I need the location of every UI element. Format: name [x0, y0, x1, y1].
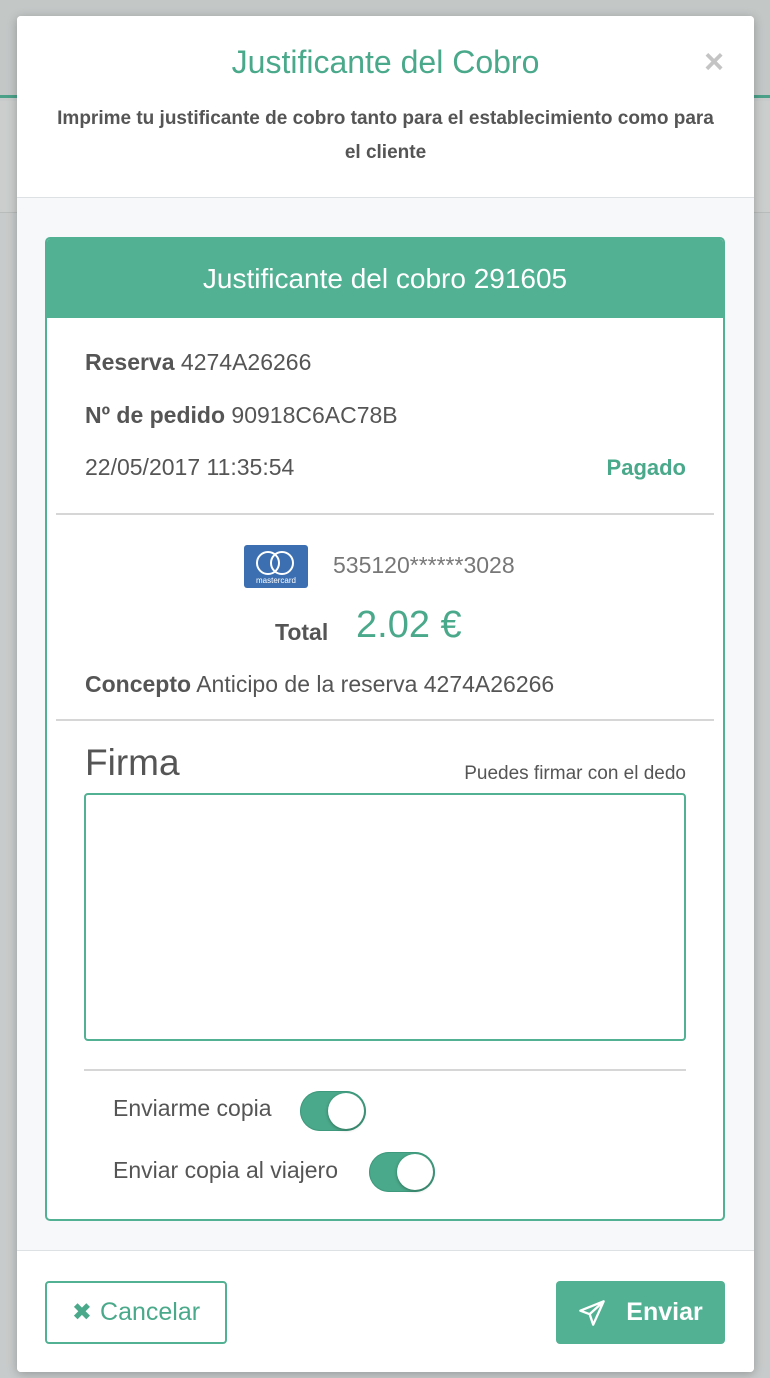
toggle-knob: [397, 1154, 433, 1190]
concept-line: Concepto Anticipo de la reserva 4274A262…: [85, 671, 554, 698]
signature-hint: Puedes firmar con el dedo: [464, 763, 686, 784]
concept-value: Anticipo de la reserva 4274A26266: [196, 671, 555, 697]
order-label: Nº de pedido: [85, 402, 226, 428]
modal-subtitle: Imprime tu justificante de cobro tanto p…: [57, 108, 714, 163]
send-button[interactable]: Enviar: [556, 1281, 725, 1344]
status-badge: Pagado: [606, 455, 686, 480]
paper-plane-icon: [579, 1299, 606, 1326]
close-icon[interactable]: ×: [700, 44, 728, 80]
reservation-line: Reserva 4274A26266: [85, 349, 311, 376]
divider: [56, 719, 714, 721]
signature-pad[interactable]: [84, 793, 686, 1041]
receipt-card: Justificante del cobro 291605 Reserva 42…: [45, 237, 725, 1221]
card-brand-label: mastercard: [255, 576, 296, 585]
toggle-knob: [328, 1093, 364, 1129]
order-line: Nº de pedido 90918C6AC78B: [85, 402, 398, 429]
divider: [56, 513, 714, 515]
reservation-value: 4274A26266: [180, 349, 312, 375]
receipt-header: Justificante del cobro 291605: [47, 239, 723, 318]
card-number: 535120******3028: [333, 552, 515, 578]
send-me-copy-toggle[interactable]: [300, 1091, 366, 1131]
order-value: 90918C6AC78B: [231, 402, 398, 428]
toggle-label-copy-traveler: Enviar copia al viajero: [113, 1157, 339, 1183]
total-label: Total: [275, 619, 329, 645]
signature-title: Firma: [85, 742, 180, 783]
payment-datetime: 22/05/2017 11:35:54: [85, 454, 295, 480]
modal-header: Justificante del Cobro × Imprime tu just…: [17, 16, 754, 198]
send-traveler-copy-toggle[interactable]: [369, 1152, 435, 1192]
cancel-label: Cancelar: [100, 1298, 201, 1326]
total-amount: 2.02 €: [356, 604, 462, 646]
send-label: Enviar: [626, 1298, 703, 1326]
reservation-label: Reserva: [85, 349, 175, 375]
toggle-label-copy-me: Enviarme copia: [113, 1095, 272, 1121]
mastercard-icon: mastercard: [244, 545, 308, 588]
cross-icon: ✖: [71, 1299, 93, 1326]
cancel-button[interactable]: ✖ Cancelar: [45, 1281, 227, 1344]
modal-body: Justificante del cobro 291605 Reserva 42…: [17, 198, 754, 1250]
divider: [84, 1069, 686, 1071]
receipt-modal: Justificante del Cobro × Imprime tu just…: [17, 16, 754, 1372]
modal-title: Justificante del Cobro: [231, 44, 540, 80]
modal-footer: ✖ Cancelar Enviar: [17, 1250, 754, 1372]
concept-label: Concepto: [85, 671, 192, 697]
